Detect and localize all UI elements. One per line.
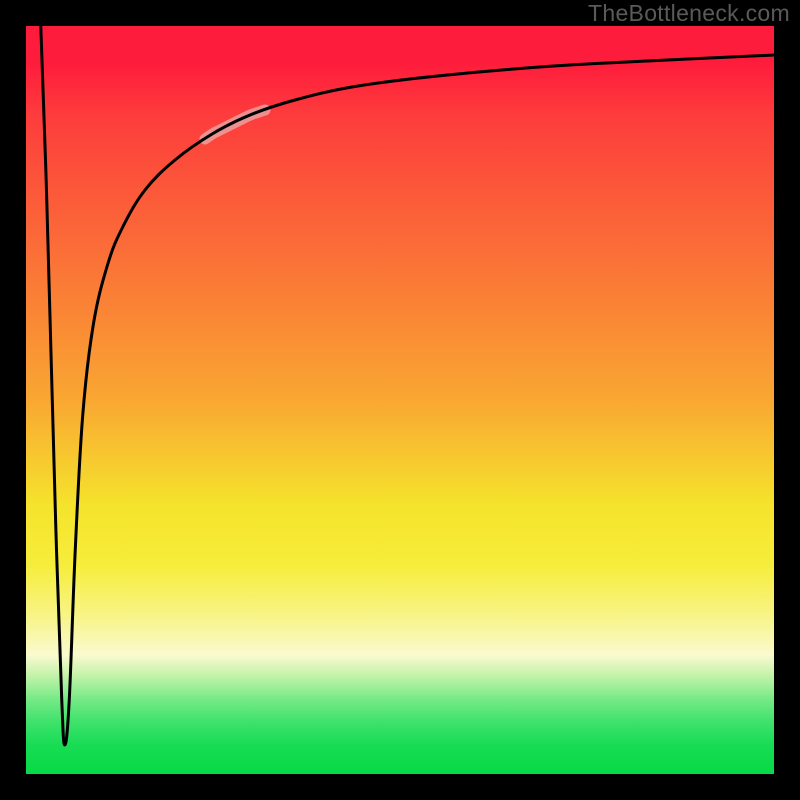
- gradient-background: [25, 25, 775, 775]
- watermark-text: TheBottleneck.com: [588, 0, 790, 27]
- bottleneck-chart: TheBottleneck.com: [0, 0, 800, 800]
